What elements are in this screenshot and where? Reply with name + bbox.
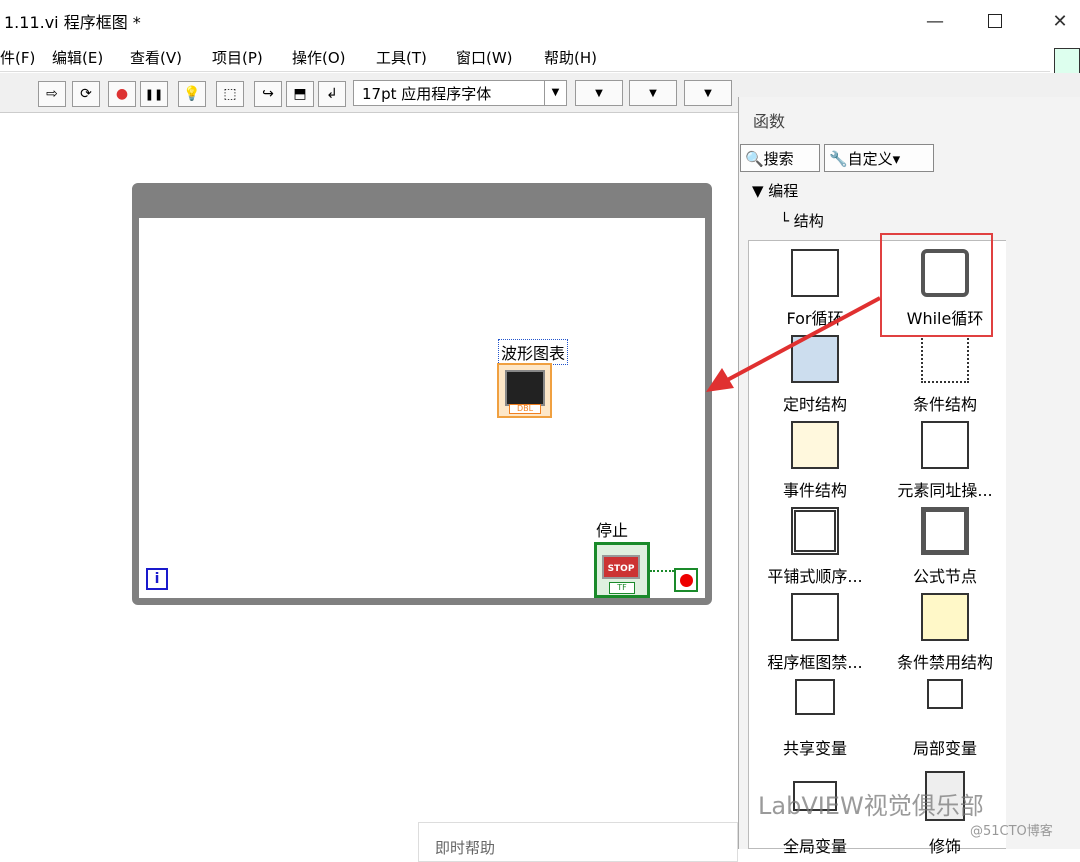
palette-item-diagram-disable[interactable]: 程序框图禁...	[755, 593, 875, 679]
palette-customize-button[interactable]: 🔧自定义▾	[824, 144, 934, 172]
font-select[interactable]: 17pt 应用程序字体 ▼	[353, 80, 567, 106]
palette-item-label: 局部变量	[912, 739, 977, 758]
palette-item-local-variable[interactable]: 局部变量	[885, 679, 1005, 765]
palette-item-case-structure[interactable]: 条件结构	[885, 335, 1005, 421]
retain-wire-values-icon[interactable]: ⬚	[216, 81, 244, 107]
palette-item-label: 公式节点	[912, 567, 977, 586]
stop-button-icon: STOP	[602, 555, 640, 579]
conditional-disable-icon	[921, 593, 969, 641]
menu-bar: 件(F) 编辑(E) 查看(V) 项目(P) 操作(O) 工具(T) 窗口(W)…	[0, 42, 1050, 72]
chevron-down-icon: ▼	[704, 87, 712, 99]
diagram-disable-icon	[791, 593, 839, 641]
stop-type-badge: TF	[609, 582, 635, 594]
chevron-down-icon: ▼	[595, 87, 603, 99]
maximize-icon	[988, 14, 1002, 28]
palette-item-formula-node[interactable]: 公式节点	[885, 507, 1005, 593]
step-out-icon[interactable]: ↲	[318, 81, 346, 107]
chevron-down-icon: ▼	[649, 87, 657, 99]
palette-item-label: 条件结构	[912, 395, 977, 414]
palette-search-button[interactable]: 🔍搜索	[740, 144, 820, 172]
run-continuously-icon[interactable]: ⟳	[72, 81, 100, 107]
menu-help[interactable]: 帮助(H)	[544, 47, 597, 68]
window-title: 1.11.vi 程序框图 *	[4, 13, 141, 32]
menu-project[interactable]: 项目(P)	[212, 47, 263, 68]
font-select-value: 17pt 应用程序字体	[362, 85, 492, 103]
palette-item-label: 事件结构	[782, 481, 847, 500]
minimize-button[interactable]: —	[905, 0, 965, 42]
waveform-chart-label[interactable]: 波形图表	[498, 339, 569, 365]
palette-subcategory-structures[interactable]: └ 结构	[780, 210, 824, 231]
palette-category-programming[interactable]: ▼ 编程	[752, 180, 798, 201]
pause-icon[interactable]: ❚❚	[140, 81, 168, 107]
menu-view[interactable]: 查看(V)	[130, 47, 182, 68]
shared-variable-icon	[795, 679, 835, 715]
align-objects-dropdown[interactable]: ▼	[575, 80, 623, 106]
menu-window[interactable]: 窗口(W)	[456, 47, 513, 68]
highlight-execution-icon[interactable]: 💡	[178, 81, 206, 107]
run-arrow-icon[interactable]: ⇨	[38, 81, 66, 107]
menu-tools[interactable]: 工具(T)	[376, 47, 427, 68]
close-button[interactable]: ✕	[1030, 0, 1080, 42]
palette-item-label: 全局变量	[782, 837, 847, 856]
waveform-chart-icon	[505, 370, 545, 406]
palette-item-shared-variable[interactable]: 共享变量	[755, 679, 875, 765]
palette-item-flat-sequence[interactable]: 平铺式顺序...	[755, 507, 875, 593]
boolean-wire[interactable]	[650, 570, 674, 572]
step-over-icon[interactable]: ⬒	[286, 81, 314, 107]
flat-sequence-icon	[791, 507, 839, 555]
waveform-chart-terminal[interactable]: DBL	[497, 363, 552, 418]
iteration-terminal[interactable]: i	[146, 568, 168, 590]
event-structure-icon	[791, 421, 839, 469]
waveform-type-badge: DBL	[509, 404, 541, 414]
in-place-element-icon	[921, 421, 969, 469]
reorder-dropdown[interactable]: ▼	[684, 80, 732, 106]
case-structure-icon	[921, 335, 969, 383]
step-into-icon[interactable]: ↪	[254, 81, 282, 107]
palette-item-label: 共享变量	[782, 739, 847, 758]
context-help-window[interactable]: 即时帮助	[418, 822, 738, 862]
watermark: LabVIEW视觉俱乐部	[758, 792, 984, 820]
menu-operate[interactable]: 操作(O)	[292, 47, 346, 68]
stop-if-true-icon	[680, 574, 693, 587]
maximize-button[interactable]	[965, 0, 1025, 42]
watermark-source: @51CTO博客	[970, 824, 1053, 839]
formula-node-icon	[921, 507, 969, 555]
menu-file[interactable]: 件(F)	[0, 47, 35, 68]
annotation-arrow-icon	[706, 296, 881, 392]
stop-button-label[interactable]: 停止	[596, 517, 628, 541]
abort-icon[interactable]: ●	[108, 81, 136, 107]
palette-item-conditional-disable[interactable]: 条件禁用结构	[885, 593, 1005, 679]
title-bar: 1.11.vi 程序框图 * — ✕	[0, 0, 1080, 42]
local-variable-icon	[927, 679, 963, 709]
menu-edit[interactable]: 编辑(E)	[52, 47, 103, 68]
palette-item-label: 程序框图禁...	[767, 653, 863, 672]
loop-condition-terminal[interactable]	[674, 568, 698, 592]
palette-item-label: 条件禁用结构	[896, 653, 993, 672]
palette-item-event-structure[interactable]: 事件结构	[755, 421, 875, 507]
palette-item-label: 元素同址操...	[897, 481, 993, 500]
distribute-objects-dropdown[interactable]: ▼	[629, 80, 677, 106]
stop-button-terminal[interactable]: STOP TF	[594, 542, 650, 598]
palette-item-label: 平铺式顺序...	[767, 567, 863, 586]
chevron-down-icon: ▼	[544, 81, 566, 105]
palette-title: 函数	[753, 112, 786, 131]
palette-item-in-place-element[interactable]: 元素同址操...	[885, 421, 1005, 507]
